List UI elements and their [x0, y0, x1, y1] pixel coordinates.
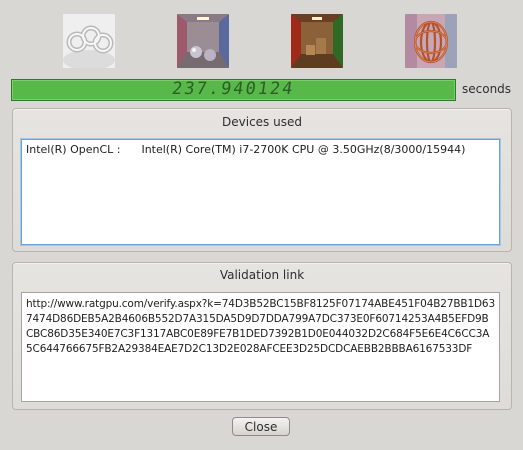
devices-title: Devices used — [222, 115, 302, 129]
devices-group: Devices used Intel(R) OpenCL : Intel(R) … — [12, 108, 512, 252]
close-button[interactable]: Close — [232, 417, 290, 436]
devices-list[interactable]: Intel(R) OpenCL : Intel(R) Core(TM) i7-2… — [21, 139, 500, 245]
validation-link-field[interactable]: http://www.ratgpu.com/verify.aspx?k=74D3… — [21, 292, 500, 402]
validation-group: Validation link http://www.ratgpu.com/ve… — [12, 262, 512, 410]
render-cornell-box-icon — [291, 14, 343, 68]
elapsed-time-unit: seconds — [462, 82, 512, 96]
elapsed-time-value: 237.940124 — [170, 79, 297, 99]
validation-title: Validation link — [219, 268, 305, 282]
render-copper-mesh-icon — [405, 14, 457, 68]
render-knots-icon — [63, 14, 115, 68]
render-thumbnails — [0, 14, 523, 70]
render-cornell-spheres-icon — [177, 14, 229, 68]
elapsed-time-display: 237.940124 — [11, 79, 456, 101]
device-row: Intel(R) OpenCL : Intel(R) Core(TM) i7-2… — [26, 143, 466, 156]
